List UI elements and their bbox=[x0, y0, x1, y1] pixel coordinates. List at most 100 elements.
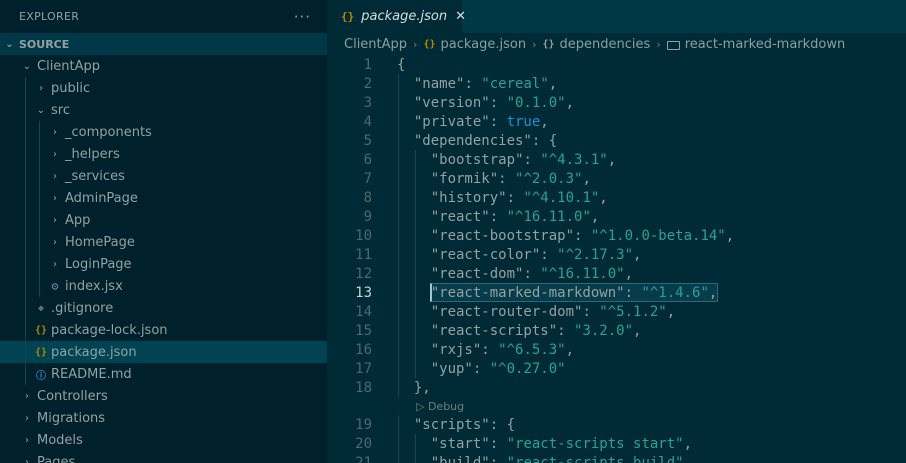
code-line[interactable]: 13 "react-marked-markdown": "^1.4.6", bbox=[327, 283, 906, 302]
line-number: 7 bbox=[363, 170, 372, 187]
indent-guide bbox=[25, 209, 26, 231]
code-line[interactable]: 10 "react-bootstrap": "^1.0.0-beta.14", bbox=[327, 226, 906, 245]
code-line[interactable]: 20 "start": "react-scripts start", bbox=[327, 434, 906, 453]
file-package-json[interactable]: {} package.json bbox=[0, 341, 327, 363]
folder-migrations[interactable]: › Migrations bbox=[0, 407, 327, 429]
indent-guide bbox=[398, 226, 399, 245]
section-source[interactable]: ⌄ SOURCE bbox=[0, 33, 327, 55]
code-text: "yup": "^0.27.0" bbox=[431, 361, 566, 377]
code-line[interactable]: 3 "version": "0.1.0", bbox=[327, 93, 906, 112]
folder-app[interactable]: › App bbox=[0, 209, 327, 231]
json-punct: , bbox=[590, 208, 600, 225]
indent-guide bbox=[398, 169, 399, 188]
code-text: "react": "^16.11.0", bbox=[431, 209, 600, 225]
indent-guide bbox=[398, 340, 399, 359]
line-number: 21 bbox=[355, 454, 372, 463]
breadcrumb-item-react-marked-markdown[interactable]: react-marked-markdown bbox=[685, 37, 846, 52]
folder-controllers[interactable]: › Controllers bbox=[0, 385, 327, 407]
ellipsis-icon[interactable]: ··· bbox=[294, 8, 311, 26]
folder-loginpage[interactable]: › LoginPage bbox=[0, 253, 327, 275]
json-punct: : bbox=[582, 303, 600, 320]
line-number: 13 bbox=[355, 284, 372, 301]
code-text: "name": "cereal", bbox=[414, 76, 557, 92]
json-string: "0.1.0" bbox=[506, 94, 566, 111]
indent-guide bbox=[398, 415, 399, 434]
breadcrumb-item-clientapp[interactable]: ClientApp bbox=[344, 37, 407, 52]
code-text: "react-bootstrap": "^1.0.0-beta.14", bbox=[431, 228, 734, 244]
indent-guide bbox=[25, 77, 26, 99]
file-gitignore[interactable]: ◆ .gitignore bbox=[0, 297, 327, 319]
folder-homepage[interactable]: › HomePage bbox=[0, 231, 327, 253]
indent-guide bbox=[414, 264, 416, 283]
json-punct: : bbox=[624, 284, 642, 301]
folder-helpers[interactable]: › _helpers bbox=[0, 143, 327, 165]
breadcrumb-item-package-json[interactable]: package.json bbox=[441, 37, 527, 52]
json-string: "^0.27.0" bbox=[489, 360, 566, 377]
code-line[interactable]: 8 "history": "^4.10.1", bbox=[327, 188, 906, 207]
json-punct: : bbox=[489, 454, 507, 463]
indent-guide bbox=[39, 165, 40, 187]
line-number: 19 bbox=[355, 416, 372, 433]
code-line[interactable]: 18}, bbox=[327, 378, 906, 397]
code-editor[interactable]: 1{2 "name": "cereal", 3 "version": "0.1.0",… bbox=[327, 55, 906, 463]
json-key: "react-marked-markdown" bbox=[430, 284, 625, 301]
chevron-right-icon: › bbox=[25, 456, 29, 463]
code-line[interactable]: 19 "scripts": { bbox=[327, 415, 906, 434]
json-string: "^2.17.3" bbox=[557, 246, 634, 263]
code-line[interactable]: 1{ bbox=[327, 55, 906, 74]
json-punct: : bbox=[506, 189, 524, 206]
code-line[interactable]: 4 "private": true, bbox=[327, 112, 906, 131]
indent-guide bbox=[414, 434, 416, 453]
json-key: "react" bbox=[430, 208, 490, 225]
code-line[interactable]: 12 "react-dom": "^16.11.0", bbox=[327, 264, 906, 283]
code-line[interactable]: 15 "react-scripts": "3.2.0", bbox=[327, 321, 906, 340]
code-line[interactable]: 16 "rxjs": "^6.5.3", bbox=[327, 340, 906, 359]
folder-public[interactable]: › public bbox=[0, 77, 327, 99]
json-punct: , bbox=[599, 189, 608, 206]
info-icon: ⓘ bbox=[36, 370, 46, 382]
line-number: 9 bbox=[363, 208, 372, 225]
chevron-right-icon: › bbox=[53, 148, 57, 160]
json-punct: : { bbox=[489, 416, 516, 433]
json-key: "version" bbox=[413, 94, 490, 111]
tree-item-label: HomePage bbox=[65, 234, 135, 250]
json-punct: : bbox=[489, 94, 507, 111]
codelens-debug[interactable]: ▷ Debug bbox=[327, 397, 906, 415]
json-punct: , bbox=[624, 265, 634, 282]
json-punct: : bbox=[481, 341, 499, 358]
json-string: "react-scripts build" bbox=[506, 454, 684, 463]
close-icon[interactable]: ✕ bbox=[455, 9, 466, 24]
code-line[interactable]: 11 "react-color": "^2.17.3", bbox=[327, 245, 906, 264]
folder-pages[interactable]: › Pages bbox=[0, 451, 327, 463]
indent-guide bbox=[39, 209, 40, 231]
indent-guide bbox=[414, 150, 416, 169]
tab-package-json[interactable]: {} package.json ✕ bbox=[327, 0, 466, 33]
file-index-jsx[interactable]: ⚙ index.jsx bbox=[0, 275, 327, 297]
breadcrumb-item-dependencies[interactable]: dependencies bbox=[560, 37, 651, 52]
code-line[interactable]: 6 "bootstrap": "^4.3.1", bbox=[327, 150, 906, 169]
code-text: { bbox=[397, 57, 405, 73]
file-readme-md[interactable]: ⓘ README.md bbox=[0, 363, 327, 385]
folder-adminpage[interactable]: › AdminPage bbox=[0, 187, 327, 209]
code-line[interactable]: 21 "build": "react-scripts build", bbox=[327, 453, 906, 463]
json-punct: : bbox=[472, 360, 490, 377]
indent-guide bbox=[398, 245, 399, 264]
code-line[interactable]: 9 "react": "^16.11.0", bbox=[327, 207, 906, 226]
folder-models[interactable]: › Models bbox=[0, 429, 327, 451]
object-icon: {} bbox=[542, 38, 555, 50]
file-package-lock-json[interactable]: {} package-lock.json bbox=[0, 319, 327, 341]
line-number: 1 bbox=[363, 56, 372, 73]
folder-components[interactable]: › _components bbox=[0, 121, 327, 143]
tree-item-label: Migrations bbox=[37, 410, 106, 426]
code-line[interactable]: 2 "name": "cereal", bbox=[327, 74, 906, 93]
indent-guide bbox=[398, 321, 399, 340]
code-line[interactable]: 17 "yup": "^0.27.0" bbox=[327, 359, 906, 378]
code-line[interactable]: 7 "formik": "^2.0.3", bbox=[327, 169, 906, 188]
line-number: 2 bbox=[363, 75, 372, 92]
folder-services[interactable]: › _services bbox=[0, 165, 327, 187]
code-text: "dependencies": { bbox=[414, 133, 557, 149]
folder-clientapp[interactable]: ⌄ ClientApp bbox=[0, 55, 327, 77]
code-line[interactable]: 14 "react-router-dom": "^5.1.2", bbox=[327, 302, 906, 321]
code-line[interactable]: 5 "dependencies": { bbox=[327, 131, 906, 150]
folder-src[interactable]: ⌄ src bbox=[0, 99, 327, 121]
